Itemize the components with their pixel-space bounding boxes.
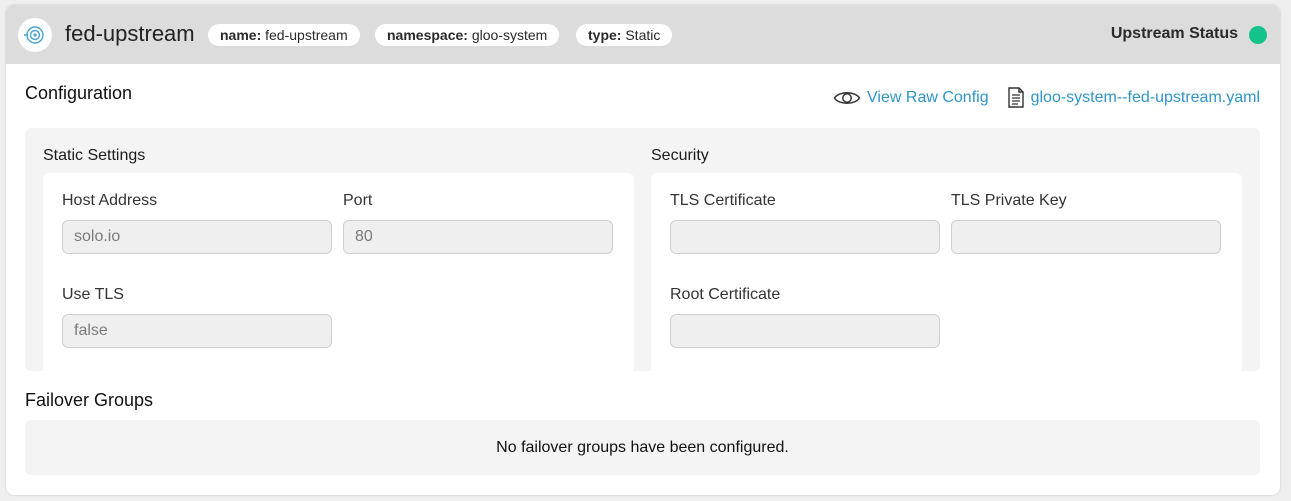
upstream-status-label: Upstream Status xyxy=(1110,25,1238,42)
yaml-download-link[interactable]: gloo-system--fed-upstream.yaml xyxy=(1007,87,1260,108)
document-icon xyxy=(1007,87,1025,108)
static-settings-title: Static Settings xyxy=(43,147,146,164)
eye-icon xyxy=(833,89,861,107)
tls-private-key-label: TLS Private Key xyxy=(951,192,1067,209)
status-indicator-dot xyxy=(1249,26,1267,44)
tag-type: type: Static xyxy=(576,24,673,46)
config-links: View Raw Config gloo-system--fed-upstrea… xyxy=(833,87,1260,108)
root-certificate-field[interactable] xyxy=(670,314,940,348)
use-tls-field[interactable] xyxy=(62,314,332,348)
tag-type-value: Static xyxy=(625,27,661,43)
static-settings-section: Host Address Port Use TLS xyxy=(43,173,634,371)
failover-groups-empty: No failover groups have been configured. xyxy=(25,420,1260,475)
failover-empty-message: No failover groups have been configured. xyxy=(496,438,789,456)
configuration-panel: Static Settings Security Host Address Po… xyxy=(25,128,1260,371)
host-address-label: Host Address xyxy=(62,192,158,209)
configuration-title: Configuration xyxy=(25,83,133,103)
tag-name-key: name: xyxy=(220,27,262,43)
security-title: Security xyxy=(651,147,709,164)
tls-certificate-field[interactable] xyxy=(670,220,940,254)
upstream-title: fed-upstream xyxy=(65,21,195,46)
view-raw-config-link[interactable]: View Raw Config xyxy=(833,89,989,107)
upstream-header: fed-upstream name: fed-upstream namespac… xyxy=(6,5,1280,64)
root-certificate-label: Root Certificate xyxy=(670,286,781,303)
tag-name: name: fed-upstream xyxy=(208,24,360,46)
tag-namespace-value: gloo-system xyxy=(471,27,548,43)
tag-name-value: fed-upstream xyxy=(265,27,348,43)
upstream-target-icon xyxy=(18,18,52,52)
tls-private-key-field[interactable] xyxy=(951,220,1221,254)
port-label: Port xyxy=(343,192,373,209)
security-section: TLS Certificate TLS Private Key Root Cer… xyxy=(651,173,1242,371)
upstream-details-card: fed-upstream name: fed-upstream namespac… xyxy=(6,5,1280,495)
use-tls-label: Use TLS xyxy=(62,286,124,303)
tls-certificate-label: TLS Certificate xyxy=(670,192,776,209)
tag-namespace: namespace: gloo-system xyxy=(375,24,560,46)
failover-groups-title: Failover Groups xyxy=(25,390,154,410)
port-field[interactable] xyxy=(343,220,613,254)
tag-type-key: type: xyxy=(588,27,622,43)
view-raw-config-label: View Raw Config xyxy=(867,88,989,106)
yaml-file-label: gloo-system--fed-upstream.yaml xyxy=(1030,88,1260,106)
tag-namespace-key: namespace: xyxy=(387,27,468,43)
host-address-field[interactable] xyxy=(62,220,332,254)
